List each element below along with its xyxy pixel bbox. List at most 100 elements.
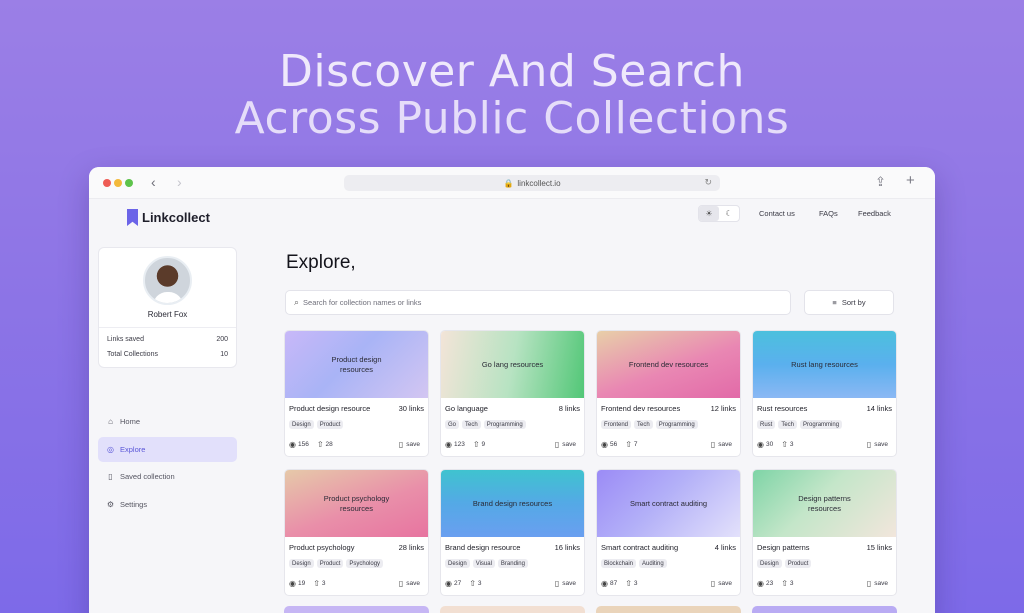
collection-thumbnail[interactable]: Rust lang resources xyxy=(753,331,896,398)
address-bar[interactable]: 🔒 linkcollect.io ↻ xyxy=(344,175,720,191)
upvotes-stat[interactable]: ⇧ 9 xyxy=(473,440,485,449)
tag[interactable]: Tech xyxy=(462,420,481,429)
collection-name[interactable]: Go language xyxy=(445,404,488,413)
upvote-icon[interactable]: ⇧ xyxy=(469,579,476,588)
back-arrow-icon[interactable]: ‹ xyxy=(151,174,156,190)
faqs-link[interactable]: FAQs xyxy=(819,209,838,218)
upvotes-stat[interactable]: ⇧ 3 xyxy=(781,440,793,449)
sidebar-item-home[interactable]: ⌂ Home xyxy=(98,409,237,434)
collection-card-peek[interactable] xyxy=(284,606,429,613)
avatar[interactable] xyxy=(143,256,192,305)
sort-label: Sort by xyxy=(841,298,866,307)
new-tab-icon[interactable]: + xyxy=(906,172,915,189)
search-bar[interactable]: ⌕ xyxy=(285,290,791,315)
bookmark-icon: ▯ xyxy=(398,579,404,588)
share-icon[interactable]: ⇪ xyxy=(875,174,886,190)
upvote-icon[interactable]: ⇧ xyxy=(473,440,480,449)
upvotes-stat[interactable]: ⇧ 3 xyxy=(313,579,325,588)
save-button[interactable]: ▯ save xyxy=(711,440,732,449)
feedback-link[interactable]: Feedback xyxy=(858,209,891,218)
collection-card[interactable]: Frontend dev resources Frontend dev resou… xyxy=(596,330,741,457)
collection-thumbnail[interactable]: Design patterns resources xyxy=(753,470,896,537)
save-button[interactable]: ▯ save xyxy=(555,579,576,588)
collection-name[interactable]: Brand design resource xyxy=(445,543,520,552)
collection-card[interactable]: Product psychology resources Product psyc… xyxy=(284,469,429,596)
collection-card-peek[interactable] xyxy=(440,606,585,613)
tag[interactable]: Design xyxy=(757,559,782,568)
upvotes-stat[interactable]: ⇧ 3 xyxy=(781,579,793,588)
upvote-icon[interactable]: ⇧ xyxy=(781,440,788,449)
collection-header: Rust resources 14 links xyxy=(757,404,892,413)
collection-name[interactable]: Product design resource xyxy=(289,404,370,413)
upvote-icon[interactable]: ⇧ xyxy=(317,440,324,449)
tag[interactable]: Product xyxy=(316,559,344,568)
collection-name[interactable]: Rust resources xyxy=(757,404,807,413)
upvote-icon[interactable]: ⇧ xyxy=(625,440,632,449)
close-window-button[interactable] xyxy=(103,179,111,187)
maximize-window-button[interactable] xyxy=(125,179,133,187)
collection-name[interactable]: Smart contract auditing xyxy=(601,543,678,552)
moon-icon[interactable]: ☾ xyxy=(719,206,739,221)
tag[interactable]: Psychology xyxy=(346,559,384,568)
collection-card[interactable]: Product design resources Product design r… xyxy=(284,330,429,457)
sidebar-item-saved-collection[interactable]: ▯ Saved collection xyxy=(98,464,237,489)
collection-card[interactable]: Brand design resources Brand design resou… xyxy=(440,469,585,596)
tag[interactable]: Design xyxy=(445,559,470,568)
collection-card-peek[interactable] xyxy=(752,606,897,613)
collection-card[interactable]: Smart contract auditing Smart contract au… xyxy=(596,469,741,596)
upvote-icon[interactable]: ⇧ xyxy=(625,579,632,588)
collection-card-peek[interactable] xyxy=(596,606,741,613)
save-button[interactable]: ▯ save xyxy=(711,579,732,588)
save-button[interactable]: ▯ save xyxy=(555,440,576,449)
collection-card[interactable]: Go lang resources Go language 8 links Go Tec… xyxy=(440,330,585,457)
tag[interactable]: Tech xyxy=(778,420,798,429)
collection-name[interactable]: Product psychology xyxy=(289,543,354,552)
collection-thumbnail[interactable]: Product psychology resources xyxy=(285,470,428,537)
tag[interactable]: Auditing xyxy=(639,559,667,568)
theme-toggle[interactable]: ☀ ☾ xyxy=(698,205,740,222)
collection-name[interactable]: Design patterns xyxy=(757,543,810,552)
app-logo[interactable]: Linkcollect xyxy=(127,209,210,226)
collection-thumbnail[interactable]: Brand design resources xyxy=(441,470,584,537)
tag[interactable]: Design xyxy=(289,559,314,568)
sun-icon[interactable]: ☀ xyxy=(699,206,719,221)
tag[interactable]: Tech xyxy=(634,420,653,429)
contact-link[interactable]: Contact us xyxy=(759,209,795,218)
collection-thumbnail[interactable]: Product design resources xyxy=(285,331,428,398)
tag[interactable]: Branding xyxy=(497,559,528,568)
sidebar-item-explore[interactable]: ◎ Explore xyxy=(98,436,237,462)
tag[interactable]: Product xyxy=(784,559,812,568)
save-button[interactable]: ▯ save xyxy=(867,579,888,588)
sort-button[interactable]: ≡ Sort by xyxy=(804,290,894,315)
tag[interactable]: Frontend xyxy=(601,420,632,429)
tag[interactable]: Visual xyxy=(472,559,495,568)
tag[interactable]: Programming xyxy=(800,420,843,429)
search-input[interactable] xyxy=(303,298,704,307)
sidebar-item-settings[interactable]: ⚙ Settings xyxy=(98,492,237,517)
collection-card[interactable]: Rust lang resources Rust resources 14 link… xyxy=(752,330,897,457)
tag[interactable]: Go xyxy=(445,420,460,429)
save-button[interactable]: ▯ save xyxy=(399,440,420,449)
collection-card[interactable]: Design patterns resources Design patterns… xyxy=(752,469,897,596)
tag[interactable]: Blockchain xyxy=(601,559,637,568)
tag[interactable]: Design xyxy=(289,420,314,429)
tag[interactable]: Product xyxy=(316,420,344,429)
forward-arrow-icon[interactable]: › xyxy=(177,174,182,190)
tag[interactable]: Rust xyxy=(757,420,776,429)
tag[interactable]: Programming xyxy=(655,420,698,429)
collection-thumbnail[interactable]: Smart contract auditing xyxy=(597,470,740,537)
upvote-icon[interactable]: ⇧ xyxy=(313,579,320,588)
upvotes-stat[interactable]: ⇧ 28 xyxy=(317,440,333,449)
upvote-icon[interactable]: ⇧ xyxy=(781,579,788,588)
collection-thumbnail[interactable]: Go lang resources xyxy=(441,331,584,398)
save-button[interactable]: ▯ save xyxy=(399,579,420,588)
collection-name[interactable]: Frontend dev resources xyxy=(601,404,680,413)
collection-thumbnail[interactable]: Frontend dev resources xyxy=(597,331,740,398)
upvotes-stat[interactable]: ⇧ 3 xyxy=(625,579,637,588)
minimize-window-button[interactable] xyxy=(114,179,122,187)
save-button[interactable]: ▯ save xyxy=(867,440,888,449)
upvotes-stat[interactable]: ⇧ 3 xyxy=(469,579,481,588)
reload-icon[interactable]: ↻ xyxy=(704,177,712,188)
upvotes-stat[interactable]: ⇧ 7 xyxy=(625,440,637,449)
tag[interactable]: Programming xyxy=(483,420,526,429)
